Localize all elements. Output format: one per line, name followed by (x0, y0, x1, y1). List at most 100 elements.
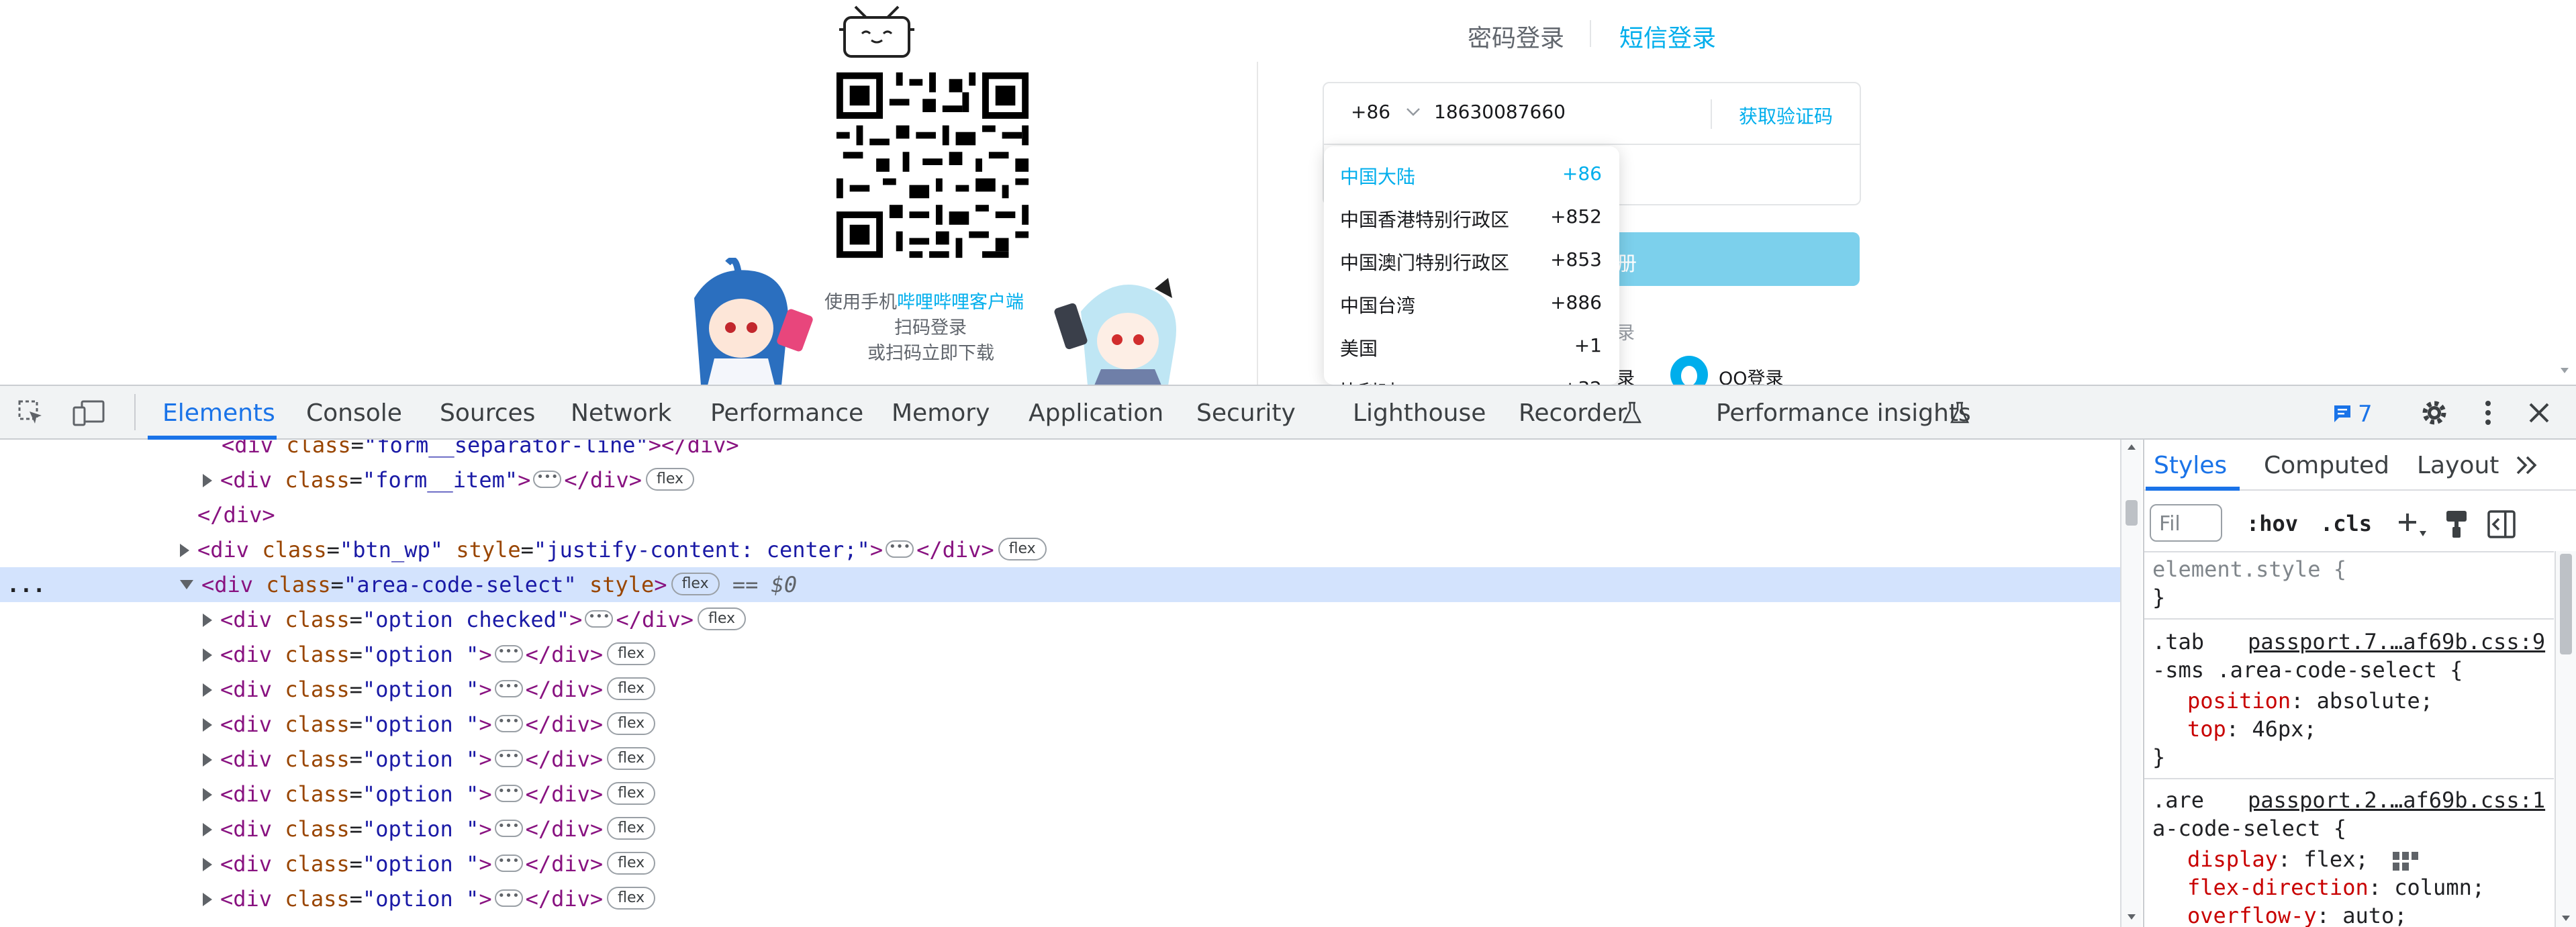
expand-triangle-icon[interactable] (203, 474, 212, 487)
styles-scrollbar[interactable] (2555, 551, 2576, 927)
dom-node-row[interactable]: <div class="btn_wp" style="justify-conte… (180, 532, 1047, 567)
rule-selector-cont[interactable]: -sms .area-code-select { (2152, 656, 2463, 684)
area-option[interactable]: 比利时 +32 (1324, 368, 1619, 385)
css-declaration[interactable]: position: absolute; (2187, 687, 2433, 715)
elements-scrollbar[interactable] (2120, 440, 2142, 927)
expand-triangle-icon[interactable] (203, 893, 212, 906)
tab-console[interactable]: Console (306, 399, 402, 427)
rule-selector[interactable]: .are (2152, 786, 2204, 814)
dom-node-row[interactable]: <div class="option "> ••• </div> flex (203, 812, 656, 846)
flex-badge[interactable]: flex (607, 887, 656, 910)
page-scroll-down-icon[interactable] (2559, 367, 2570, 375)
toggle-sidebar-icon[interactable] (2487, 509, 2516, 539)
expand-triangle-icon[interactable] (180, 544, 189, 557)
area-option[interactable]: 中国大陆 +86 (1324, 153, 1619, 195)
flex-badge[interactable]: flex (607, 642, 656, 665)
expand-triangle-icon[interactable] (203, 753, 212, 767)
tab-password-login[interactable]: 密码登录 (1468, 19, 1564, 54)
css-declaration[interactable]: top: 46px; (2187, 715, 2317, 743)
expand-triangle-icon[interactable] (203, 858, 212, 871)
tab-layout[interactable]: Layout (2417, 452, 2499, 479)
expand-triangle-icon[interactable] (203, 823, 212, 836)
collapsed-ellipsis-icon[interactable]: ••• (886, 540, 914, 558)
stylesheet-source-link[interactable]: passport.2.…af69b.css:1 (2248, 786, 2545, 814)
client-download-link[interactable]: 哔哩哔哩客户端 (897, 292, 1024, 313)
issues-icon[interactable] (2332, 403, 2352, 424)
collapsed-ellipsis-icon[interactable]: ••• (494, 715, 523, 732)
area-option[interactable]: 中国香港特别行政区 +852 (1324, 196, 1619, 238)
expand-triangle-icon[interactable] (203, 718, 212, 732)
collapse-triangle-icon[interactable] (180, 580, 193, 589)
tab-performance[interactable]: Performance (710, 399, 863, 427)
tab-security[interactable]: Security (1196, 399, 1296, 427)
area-code-select-trigger[interactable]: +86 (1351, 101, 1390, 123)
collapsed-ellipsis-icon[interactable]: ••• (494, 855, 523, 872)
dom-node-row[interactable]: <div class="option "> ••• </div> flex (203, 881, 656, 916)
flex-badge[interactable]: flex (998, 538, 1047, 560)
flex-badge[interactable]: flex (607, 782, 656, 805)
styles-filter-input[interactable]: Fil (2150, 504, 2222, 542)
tab-recorder[interactable]: Recorder (1519, 399, 1627, 427)
flex-badge[interactable]: flex (645, 468, 694, 491)
flex-badge[interactable]: flex (671, 573, 720, 595)
collapsed-ellipsis-icon[interactable]: ••• (494, 645, 523, 663)
expand-triangle-icon[interactable] (203, 683, 212, 697)
area-option[interactable]: 中国澳门特别行政区 +853 (1324, 239, 1619, 281)
scroll-up-arrow-icon[interactable] (2127, 444, 2136, 450)
rule-selector[interactable]: .tab (2152, 628, 2204, 656)
weixin-login-label[interactable]: 录 (1617, 364, 1635, 385)
stylesheet-source-link[interactable]: passport.7.…af69b.css:9 (2248, 628, 2545, 656)
expand-triangle-icon[interactable] (203, 614, 212, 627)
collapsed-ellipsis-icon[interactable]: ••• (585, 610, 614, 628)
more-actions-dots[interactable]: ... (7, 567, 46, 602)
device-toolbar-icon[interactable] (73, 399, 106, 426)
tab-memory[interactable]: Memory (892, 399, 990, 427)
collapsed-ellipsis-icon[interactable]: ••• (533, 471, 562, 488)
dom-node-row[interactable]: <div class="form__item"> ••• </div> flex (203, 462, 694, 497)
collapsed-ellipsis-icon[interactable]: ••• (494, 889, 523, 907)
collapsed-ellipsis-icon[interactable]: ••• (494, 820, 523, 837)
expand-triangle-icon[interactable] (203, 648, 212, 662)
dom-node-row[interactable]: <div class="form__separator-line"></div> (222, 440, 739, 462)
inspect-element-icon[interactable] (17, 399, 44, 426)
scroll-down-arrow-icon[interactable] (2561, 915, 2571, 922)
flex-badge[interactable]: flex (607, 747, 656, 770)
css-declaration[interactable]: display: flex; (2187, 845, 2369, 873)
tab-network[interactable]: Network (571, 399, 671, 427)
tab-performance-insights[interactable]: Performance insights (1716, 399, 1971, 427)
more-tabs-chevron-icon[interactable] (2514, 454, 2540, 476)
scroll-down-arrow-icon[interactable] (2127, 914, 2136, 920)
paint-brush-icon[interactable] (2444, 509, 2471, 539)
element-style-rule[interactable]: element.style { (2152, 555, 2346, 583)
dom-node-row[interactable]: <div class="option "> ••• </div> flex (203, 707, 656, 742)
collapsed-ellipsis-icon[interactable]: ••• (494, 680, 523, 697)
dom-node-row[interactable]: <div class="option checked"> ••• </div> fle… (203, 602, 747, 637)
area-option[interactable]: 美国 +1 (1324, 325, 1619, 367)
issues-count[interactable]: 7 (2358, 401, 2373, 428)
styles-scroll-thumb[interactable] (2560, 554, 2572, 654)
new-style-rule-icon[interactable] (2397, 511, 2428, 539)
flex-badge[interactable]: flex (607, 817, 656, 840)
hov-toggle[interactable]: :hov (2246, 509, 2298, 538)
settings-gear-icon[interactable] (2420, 398, 2449, 428)
expand-triangle-icon[interactable] (203, 788, 212, 801)
tab-sms-login[interactable]: 短信登录 (1619, 19, 1716, 54)
dom-node-row[interactable]: <div class="option "> ••• </div> flex (203, 846, 656, 881)
flex-badge[interactable]: flex (607, 677, 656, 700)
collapsed-ellipsis-icon[interactable]: ••• (494, 750, 523, 767)
tab-lighthouse[interactable]: Lighthouse (1353, 399, 1486, 427)
css-declaration[interactable]: overflow-y: auto; (2187, 901, 2407, 927)
get-code-button[interactable]: 获取验证码 (1739, 102, 1833, 129)
qq-login-label[interactable]: QQ登录 (1719, 364, 1784, 385)
flex-badge[interactable]: flex (698, 607, 747, 630)
dom-node-row[interactable]: </div> (197, 497, 275, 532)
tab-styles[interactable]: Styles (2154, 452, 2227, 479)
more-options-icon[interactable] (2483, 399, 2493, 426)
dom-node-row[interactable]: <div class="option "> ••• </div> flex (203, 672, 656, 707)
dom-node-row[interactable]: <div class="option "> ••• </div> flex (203, 637, 656, 672)
tab-sources[interactable]: Sources (440, 399, 535, 427)
flexbox-editor-icon[interactable] (2391, 850, 2422, 872)
flex-badge[interactable]: flex (607, 712, 656, 735)
dom-node-row[interactable]: <div class="option "> ••• </div> flex (203, 742, 656, 777)
tab-elements[interactable]: Elements (162, 399, 275, 427)
